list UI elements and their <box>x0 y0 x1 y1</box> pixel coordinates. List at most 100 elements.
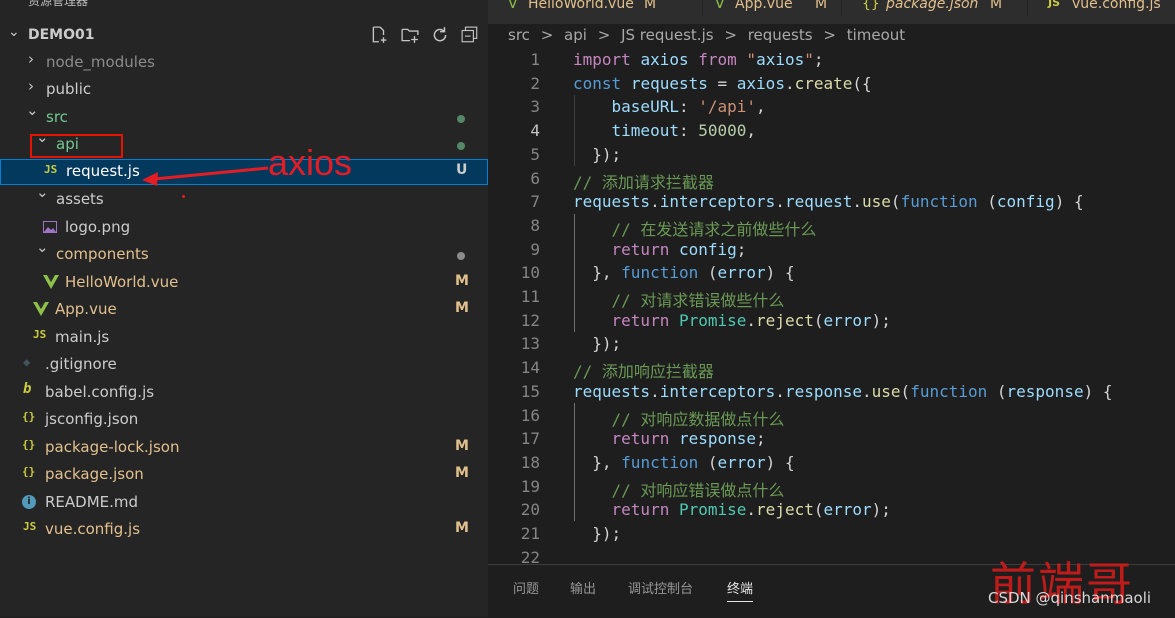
json-file-icon: {} <box>22 410 36 423</box>
annotation-label: axios <box>268 142 353 183</box>
refresh-icon[interactable] <box>431 26 449 44</box>
tree-item-app-vue[interactable]: App.vue M <box>0 297 488 324</box>
tree-item-jsconfig[interactable]: {} jsconfig.json <box>0 407 488 434</box>
line-number: 4 <box>530 121 540 141</box>
vue-file-icon: V <box>715 0 725 12</box>
tab-badge: M <box>644 0 657 12</box>
breadcrumb-src[interactable]: src <box>508 26 530 44</box>
line-number: 16 <box>520 405 540 425</box>
tab-package-json[interactable]: {} package.json M <box>842 0 1028 16</box>
tree-item-logo-png[interactable]: logo.png <box>0 215 488 242</box>
editor-tab-bar: V HelloWorld.vue M V App.vue M {} packag… <box>488 0 1175 24</box>
tree-item-node-modules[interactable]: › node_modules <box>0 50 488 77</box>
breadcrumb-api[interactable]: api <box>564 26 587 44</box>
line-number: 10 <box>520 263 540 283</box>
line-number: 22 <box>520 547 540 564</box>
code-line: 14 // 添加响应拦截器 <box>488 356 1175 381</box>
chevron-down-icon: ⌄ <box>26 101 39 119</box>
tab-problems[interactable]: 问题 <box>513 578 539 597</box>
breadcrumb-symbol-requests[interactable]: requests <box>748 26 813 44</box>
tree-item-package-json[interactable]: {} package.json M <box>0 462 488 489</box>
tab-badge: M <box>990 0 1003 12</box>
explorer-sidebar: 资源管理器 ··· ⌄ DEMO01 › node_modules › publ… <box>0 0 488 617</box>
breadcrumb-separator: > <box>540 26 554 44</box>
breadcrumb-symbol-timeout[interactable]: timeout <box>847 26 905 44</box>
code-line: 10 }, function (error) { <box>488 261 1175 285</box>
line-number: 7 <box>530 192 540 212</box>
info-icon: i <box>22 495 36 509</box>
git-badge: M <box>455 465 469 481</box>
code-line-current: 4 timeout: 50000, <box>488 119 1175 143</box>
line-number: 20 <box>520 500 540 520</box>
tree-item-label: node_modules <box>46 53 155 71</box>
tree-item-label: main.js <box>55 328 110 346</box>
code-line: 1 import axios from "axios"; <box>488 48 1175 72</box>
breadcrumb-separator: > <box>597 26 611 44</box>
tab-helloworld-vue[interactable]: V HelloWorld.vue M <box>488 0 703 16</box>
tab-app-vue[interactable]: V App.vue M <box>703 0 842 16</box>
chevron-down-icon: ⌄ <box>36 183 49 201</box>
vue-file-icon <box>33 302 49 316</box>
tab-debug-console[interactable]: 调试控制台 <box>628 578 693 597</box>
line-number: 18 <box>520 452 540 472</box>
git-badge: M <box>455 300 469 316</box>
tree-item-label: components <box>56 245 149 263</box>
code-line: 11 // 对请求错误做些什么 <box>488 285 1175 310</box>
tree-item-babel-config[interactable]: b babel.config.js <box>0 380 488 407</box>
code-editor[interactable]: 1 import axios from "axios"; 2 const reque… <box>488 48 1175 564</box>
line-content: }, function (error) { <box>573 263 795 283</box>
json-file-icon: {} <box>22 465 36 478</box>
highlight-box <box>30 134 123 158</box>
line-number: 17 <box>520 429 540 449</box>
tree-item-assets[interactable]: ⌄ assets <box>0 183 488 214</box>
tab-terminal[interactable]: 终端 <box>727 578 754 602</box>
git-badge: U <box>456 162 468 178</box>
tab-output[interactable]: 输出 <box>570 578 596 597</box>
explorer-header: 资源管理器 ··· <box>0 0 488 10</box>
line-number: 5 <box>530 144 540 164</box>
explorer-title: 资源管理器 <box>28 0 89 8</box>
line-number: 14 <box>520 358 540 378</box>
code-line: 2 const requests = axios.create({ <box>488 72 1175 96</box>
code-line: 18 }, function (error) { <box>488 451 1175 475</box>
tree-item-label: package.json <box>45 465 144 483</box>
new-folder-icon[interactable] <box>401 26 419 44</box>
line-content: // 对响应数据做点什么 <box>573 409 785 429</box>
chevron-down-icon: ⌄ <box>36 238 49 256</box>
tab-vue-config[interactable]: JS vue.config.js <box>1028 0 1175 16</box>
line-content: }); <box>573 144 622 164</box>
more-actions-icon[interactable]: ··· <box>452 0 466 6</box>
line-number: 9 <box>530 239 540 259</box>
collapse-all-icon[interactable] <box>461 26 479 44</box>
tree-item-gitignore[interactable]: ◆ .gitignore <box>0 352 488 379</box>
tree-item-src[interactable]: ⌄ src <box>0 101 488 132</box>
code-line: 12 return Promise.reject(error); <box>488 309 1175 333</box>
chevron-right-icon: › <box>28 77 34 95</box>
code-line: 5 }); <box>488 143 1175 167</box>
tree-item-helloworld-vue[interactable]: HelloWorld.vue M <box>0 270 488 297</box>
tree-item-label: public <box>46 80 92 98</box>
line-content: // 对请求错误做些什么 <box>573 291 785 310</box>
tree-item-components[interactable]: ⌄ components <box>0 238 488 269</box>
new-file-icon[interactable] <box>370 26 388 44</box>
code-line: 17 return response; <box>488 427 1175 451</box>
code-line: 13 }); <box>488 332 1175 356</box>
tree-item-package-lock[interactable]: {} package-lock.json M <box>0 435 488 462</box>
git-status-dot <box>457 252 465 260</box>
tree-item-vue-config[interactable]: JS vue.config.js M <box>0 517 488 544</box>
project-section-header[interactable]: ⌄ DEMO01 <box>0 24 488 46</box>
breadcrumb-separator: > <box>724 26 737 44</box>
code-line: 6 // 添加请求拦截器 <box>488 167 1175 192</box>
git-status-dot <box>457 142 465 150</box>
tree-item-main-js[interactable]: JS main.js <box>0 325 488 352</box>
breadcrumb-file[interactable]: JS request.js <box>621 26 713 44</box>
tree-item-public[interactable]: › public <box>0 77 488 104</box>
git-status-dot <box>457 115 465 123</box>
code-line: 8 // 在发送请求之前做些什么 <box>488 214 1175 239</box>
line-content: return Promise.reject(error); <box>611 310 891 330</box>
annotation-dot <box>182 195 185 198</box>
js-file-icon: JS <box>44 163 58 176</box>
tree-item-readme[interactable]: i README.md <box>0 490 488 517</box>
tree-item-label: App.vue <box>55 300 117 318</box>
line-content: }); <box>573 334 622 354</box>
